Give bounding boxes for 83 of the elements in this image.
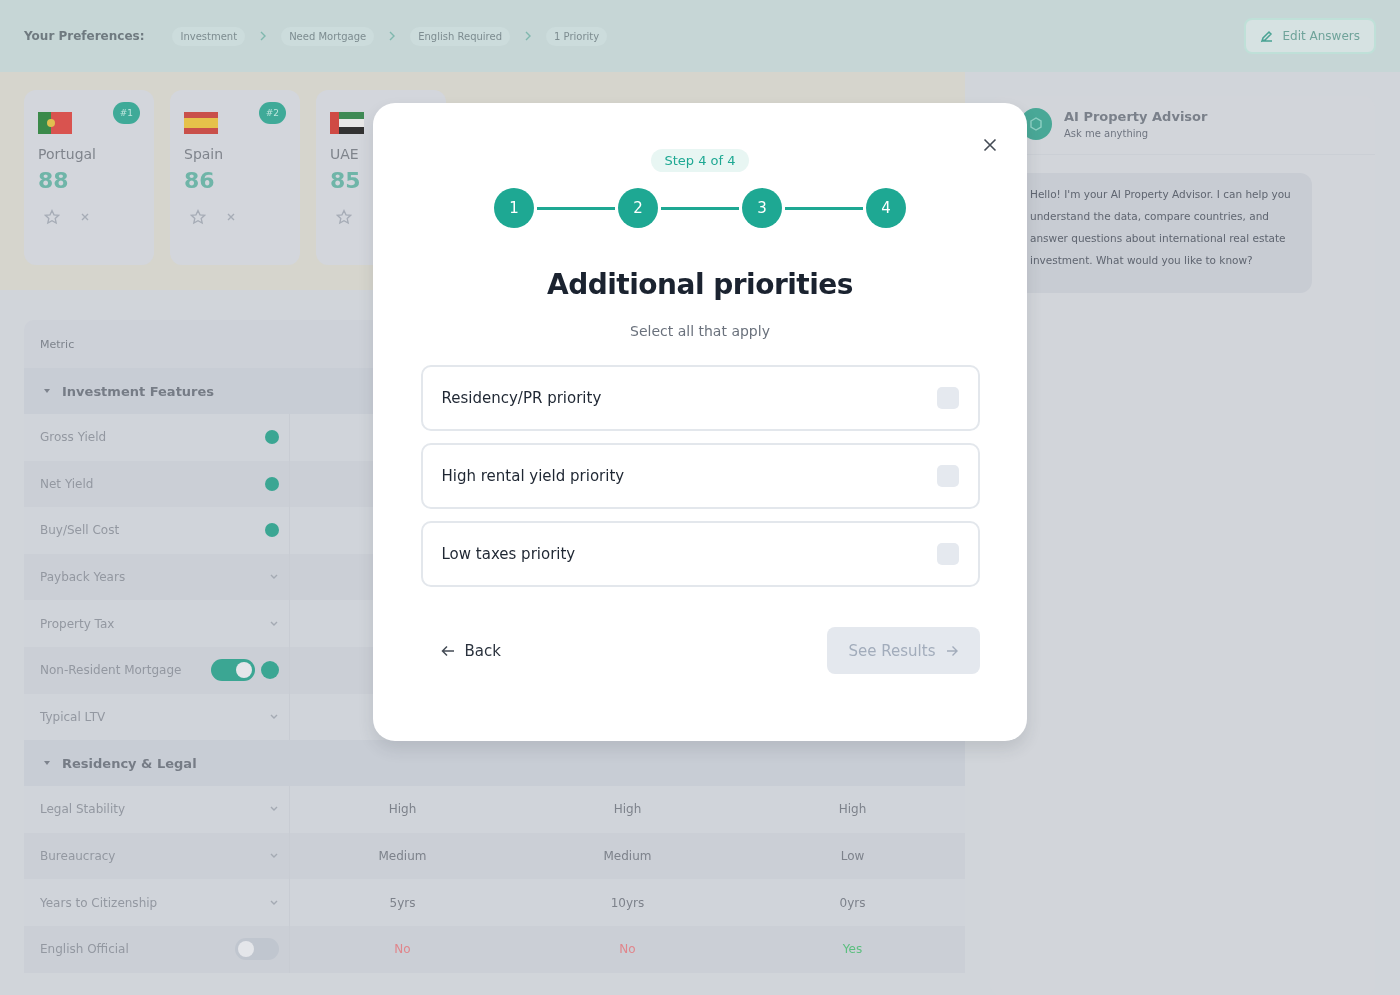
rank-badge: #1 — [112, 102, 140, 124]
checkbox[interactable] — [936, 465, 959, 487]
step-indicator: 4 — [866, 188, 906, 228]
metric-label: Legal Stability — [40, 802, 126, 817]
table-cell: 0yrs — [839, 895, 866, 910]
country-name: UAE — [330, 146, 360, 162]
flag-icon — [184, 112, 218, 134]
close-icon[interactable] — [226, 212, 236, 222]
step-indicator: 3 — [742, 188, 782, 228]
close-icon[interactable] — [80, 212, 90, 222]
info-dot-icon[interactable] — [265, 523, 279, 538]
preference-chip: Need Mortgage — [281, 26, 375, 46]
arrow-right-icon — [945, 644, 958, 657]
chat-subtitle: Ask me anything — [1064, 128, 1150, 139]
dialog-subtitle: Select all that apply — [630, 323, 770, 339]
toggle-switch[interactable] — [211, 659, 255, 682]
section-title: Investment Features — [62, 383, 215, 399]
section-title: Residency & Legal — [62, 755, 197, 771]
chevron-right-icon — [524, 31, 532, 41]
metric-label: Bureaucracy — [40, 849, 116, 864]
chevron-down-icon[interactable] — [269, 712, 279, 721]
info-dot-icon[interactable] — [265, 476, 279, 491]
chevron-down-icon[interactable] — [269, 619, 279, 628]
priority-option[interactable]: Low taxes priority — [420, 521, 980, 587]
preference-chip: Investment — [172, 26, 246, 46]
preference-chip: English Required — [410, 26, 510, 46]
back-button[interactable]: Back — [420, 631, 521, 670]
dialog-title: Additional priorities — [547, 268, 853, 301]
table-cell: No — [394, 942, 411, 957]
edit-answers-button[interactable]: Edit Answers — [1244, 18, 1376, 54]
metric-label: Payback Years — [40, 570, 126, 585]
country-card[interactable]: #1 Portugal 88 — [24, 90, 154, 265]
table-cell: Medium — [378, 849, 427, 864]
metric-label: Typical LTV — [40, 709, 106, 724]
star-icon[interactable] — [336, 209, 352, 225]
flag-icon — [330, 112, 364, 134]
table-cell: 5yrs — [389, 895, 416, 910]
metric-label: Years to Citizenship — [40, 895, 158, 910]
close-icon — [983, 138, 997, 152]
step-badge: Step 4 of 4 — [651, 149, 749, 172]
country-score: 85 — [330, 168, 362, 193]
country-name: Portugal — [38, 146, 97, 162]
metric-label: Buy/Sell Cost — [40, 523, 120, 538]
checkbox[interactable] — [936, 543, 959, 565]
table-cell: High — [838, 802, 867, 817]
preferences-label: Your Preferences: — [24, 29, 145, 43]
checkbox[interactable] — [936, 387, 959, 409]
step-indicator: 1 — [494, 188, 534, 228]
metric-label: Property Tax — [40, 616, 115, 631]
table-cell: Low — [840, 849, 865, 864]
chevron-right-icon — [388, 31, 397, 41]
metric-label: Net Yield — [40, 476, 94, 491]
arrow-left-icon — [440, 644, 455, 657]
chat-title: AI Property Advisor — [1064, 109, 1208, 124]
priority-option[interactable]: High rental yield priority — [420, 443, 980, 509]
pencil-icon — [1260, 29, 1275, 43]
metric-label: English Official — [40, 942, 129, 957]
step-indicator: 2 — [618, 188, 658, 228]
priority-option[interactable]: Residency/PR priority — [420, 365, 980, 431]
section-header[interactable]: Residency & Legal — [24, 740, 965, 787]
country-card[interactable]: #2 Spain 86 — [170, 90, 300, 265]
table-cell: 10yrs — [610, 895, 645, 910]
preference-chip: 1 Priority — [546, 26, 608, 46]
rank-badge: #2 — [258, 102, 286, 124]
info-dot-icon[interactable] — [265, 430, 279, 445]
info-dot-icon[interactable] — [261, 661, 279, 680]
table-cell: Medium — [603, 849, 652, 864]
toggle-switch[interactable] — [235, 938, 279, 961]
star-icon[interactable] — [44, 209, 60, 225]
metric-label: Gross Yield — [40, 430, 107, 445]
flag-icon — [38, 112, 72, 134]
chevron-right-icon — [259, 31, 268, 41]
table-cell: No — [619, 942, 636, 957]
country-score: 88 — [38, 168, 70, 193]
metric-label: Non-Resident Mortgage — [40, 663, 182, 678]
star-icon[interactable] — [190, 209, 206, 225]
table-cell: Yes — [842, 942, 863, 957]
table-cell: High — [613, 802, 642, 817]
country-name: Spain — [184, 146, 225, 162]
table-cell: High — [388, 802, 417, 817]
country-score: 86 — [184, 168, 216, 193]
chevron-down-icon[interactable] — [269, 898, 279, 907]
column-header: Metric — [40, 337, 75, 351]
